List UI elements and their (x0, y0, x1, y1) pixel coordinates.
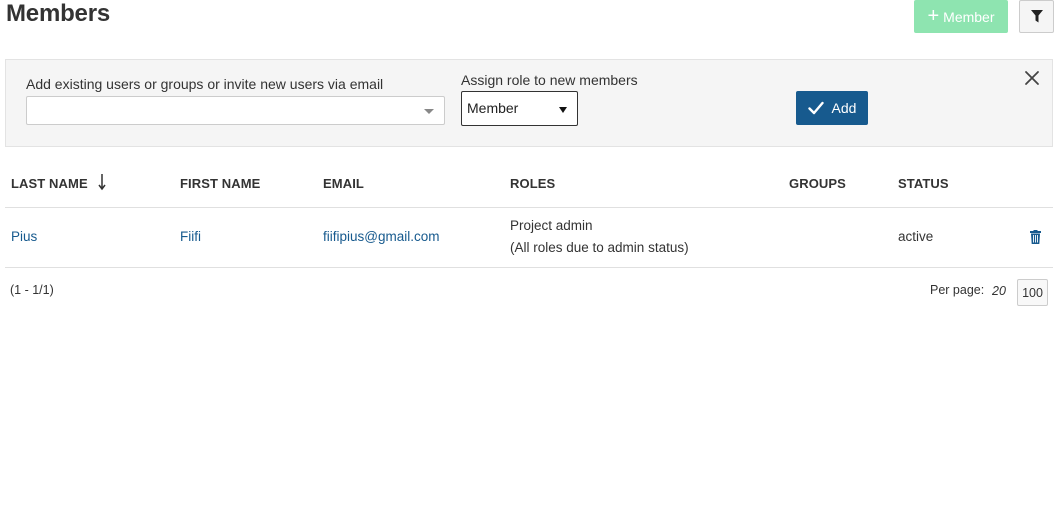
trash-icon[interactable] (1030, 230, 1041, 244)
role-select-value: Member (467, 100, 519, 116)
filter-icon (1030, 10, 1043, 23)
email-link[interactable]: fiifipius@gmail.com (323, 229, 439, 244)
column-last-name[interactable]: LAST NAME (11, 176, 88, 191)
add-member-label: Member (943, 8, 995, 25)
sort-descending-icon[interactable] (98, 173, 106, 191)
filter-button[interactable] (1019, 0, 1054, 33)
role-select[interactable]: Member (461, 91, 578, 126)
role-label: Assign role to new members (461, 72, 638, 88)
add-member-button[interactable]: + Member (914, 0, 1008, 33)
column-email[interactable]: EMAIL (323, 176, 364, 191)
per-page-option-100[interactable]: 100 (1017, 279, 1048, 306)
column-groups: GROUPS (789, 176, 846, 191)
role-note: (All roles due to admin status) (510, 240, 689, 255)
last-name-link[interactable]: Pius (11, 229, 37, 244)
users-label: Add existing users or groups or invite n… (26, 76, 384, 92)
page-title: Members (6, 0, 110, 27)
chevron-down-icon (424, 109, 434, 114)
plus-icon: + (927, 5, 940, 27)
first-name-link[interactable]: Fiifi (180, 229, 201, 244)
per-page-label: Per page: (930, 283, 985, 297)
add-button-label: Add (831, 100, 857, 116)
column-status[interactable]: STATUS (898, 176, 949, 191)
pagination-range: (1 - 1/1) (10, 283, 54, 297)
users-select[interactable] (26, 96, 445, 125)
column-roles: ROLES (510, 176, 556, 191)
checkmark-icon (807, 101, 824, 115)
status-text: active (898, 229, 934, 244)
role-text: Project admin (510, 218, 593, 233)
close-panel-button[interactable] (1024, 70, 1040, 86)
per-page-option-20[interactable]: 20 (992, 284, 1006, 298)
invite-panel: Add existing users or groups or invite n… (5, 59, 1053, 147)
close-icon (1025, 71, 1039, 85)
table-header: LAST NAME FIRST NAME EMAIL ROLES GROUPS … (5, 160, 1053, 208)
table-row: Pius Fiifi fiifipius@gmail.com Project a… (5, 208, 1053, 268)
column-first-name[interactable]: FIRST NAME (180, 176, 260, 191)
add-button[interactable]: Add (796, 91, 868, 125)
dropdown-arrow-icon (559, 107, 567, 113)
